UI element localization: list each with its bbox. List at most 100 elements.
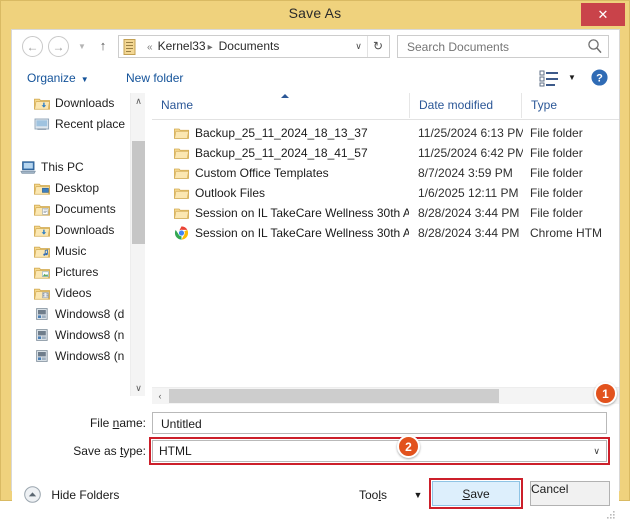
table-row[interactable]: Backup_25_11_2024_18_13_37 11/25/2024 6:1… xyxy=(152,123,619,143)
recent-locations-button[interactable]: ▼ xyxy=(74,36,90,57)
column-header-date-modified[interactable]: Date modified xyxy=(409,93,521,118)
search-input[interactable] xyxy=(405,36,579,59)
sidebar-item-windows8-n[interactable]: Windows8 (n xyxy=(12,325,145,346)
table-row[interactable]: Session on IL TakeCare Wellness 30th A..… xyxy=(152,223,619,243)
sidebar-item-music[interactable]: Music xyxy=(12,241,145,262)
chevron-down-icon: ▼ xyxy=(568,73,576,82)
sidebar-item-windows8-n[interactable]: Windows8 (n xyxy=(12,346,145,367)
folder-documents-icon xyxy=(123,39,136,55)
arrow-up-icon: ↑ xyxy=(99,38,107,53)
browser-panes: Downloads Recent place This PC Desktop Docum… xyxy=(12,93,619,396)
file-name-cell: Backup_25_11_2024_18_13_37 xyxy=(195,126,368,140)
refresh-icon: ↻ xyxy=(372,39,384,53)
save-as-type-label: Save as type: xyxy=(42,440,146,462)
resize-grip[interactable] xyxy=(606,510,616,520)
breadcrumb[interactable]: « Kernel33 ▸ Documents xyxy=(142,36,349,57)
address-dropdown-button[interactable]: ∨ xyxy=(350,36,367,57)
sidebar-item-this-pc[interactable]: This PC xyxy=(12,157,145,178)
chevron-left-icon: ‹ xyxy=(158,391,162,401)
breadcrumb-prefix: « xyxy=(147,42,153,53)
this-pc-icon xyxy=(20,160,36,174)
folder-desktop-icon xyxy=(34,181,50,195)
view-options-caret[interactable]: ▼ xyxy=(565,69,579,87)
sidebar-item-recent-place[interactable]: Recent place xyxy=(12,114,145,135)
organize-label: Organize xyxy=(27,71,76,85)
table-row[interactable]: Outlook Files 1/6/2025 12:11 PM File folde… xyxy=(152,183,619,203)
folder-icon xyxy=(174,186,189,200)
file-name-cell: Backup_25_11_2024_18_41_57 xyxy=(195,146,368,160)
file-list-horizontal-scrollbar[interactable]: ‹ › xyxy=(152,387,619,404)
close-button[interactable]: ✕ xyxy=(581,3,625,26)
table-row[interactable]: Backup_25_11_2024_18_41_57 11/25/2024 6:4… xyxy=(152,143,619,163)
cancel-button[interactable]: Cancel xyxy=(530,481,610,506)
back-button[interactable]: ← xyxy=(22,36,43,57)
chevron-down-icon[interactable]: ∨ xyxy=(593,441,600,461)
file-name-cell: Outlook Files xyxy=(195,186,266,200)
organize-button[interactable]: Organize ▼ xyxy=(23,68,93,88)
folder-downloads-icon xyxy=(34,96,50,110)
hide-folders-button[interactable]: Hide Folders xyxy=(24,484,119,506)
scroll-up-button[interactable]: ∧ xyxy=(131,93,145,109)
scrollbar-thumb[interactable] xyxy=(169,389,499,403)
sidebar-item-label: Windows8 (n xyxy=(55,349,125,363)
save-as-type-dropdown[interactable]: HTML ∨ xyxy=(152,440,607,462)
breadcrumb-item-kernel33[interactable]: Kernel33 xyxy=(158,39,206,53)
tools-button[interactable]: Tools xyxy=(357,484,389,506)
column-header-type[interactable]: Type xyxy=(521,93,619,118)
page-title: Save As xyxy=(288,5,342,21)
new-folder-label: New folder xyxy=(126,71,184,85)
sidebar-item-documents[interactable]: Documents xyxy=(12,199,145,220)
table-row[interactable]: Session on IL TakeCare Wellness 30th A..… xyxy=(152,203,619,223)
breadcrumb-item-documents[interactable]: Documents xyxy=(219,39,280,53)
sidebar-item-label: Windows8 (n xyxy=(55,328,125,342)
file-name-label-post: ame: xyxy=(119,416,146,430)
table-row[interactable]: Custom Office Templates 8/7/2024 3:59 PM F… xyxy=(152,163,619,183)
file-name-cell: Custom Office Templates xyxy=(195,166,329,180)
new-folder-button[interactable]: New folder xyxy=(122,68,187,88)
date-modified-cell: 8/28/2024 3:44 PM xyxy=(418,226,520,240)
sidebar-vertical-scrollbar[interactable]: ∧ ∨ xyxy=(130,93,145,396)
sidebar-item-windows8-d[interactable]: Windows8 (d xyxy=(12,304,145,325)
sidebar-item-downloads[interactable]: Downloads xyxy=(12,93,145,114)
chevron-up-icon: ∧ xyxy=(135,96,142,106)
sidebar-item-downloads[interactable]: Downloads xyxy=(12,220,145,241)
up-one-level-button[interactable]: ↑ xyxy=(94,36,112,57)
date-modified-cell: 8/28/2024 3:44 PM xyxy=(418,206,520,220)
file-name-field[interactable] xyxy=(152,412,607,435)
type-cell: File folder xyxy=(530,166,583,180)
sidebar-item-desktop[interactable]: Desktop xyxy=(12,178,145,199)
type-cell: Chrome HTM xyxy=(530,226,603,240)
refresh-button[interactable]: ↻ xyxy=(367,36,388,57)
file-list-pane[interactable]: Name Date modified Type Backup_25_11_202… xyxy=(152,93,619,396)
file-name-input[interactable] xyxy=(159,413,593,435)
address-bar[interactable]: « Kernel33 ▸ Documents ∨ ↻ xyxy=(118,35,390,58)
scroll-down-button[interactable]: ∨ xyxy=(131,380,145,396)
navigation-pane[interactable]: Downloads Recent place This PC Desktop Docum… xyxy=(12,93,145,396)
scrollbar-thumb[interactable] xyxy=(132,141,145,244)
search-icon[interactable] xyxy=(587,38,603,55)
scroll-left-button[interactable]: ‹ xyxy=(152,388,168,404)
help-icon[interactable]: ? xyxy=(590,68,609,87)
dialog-footer: Hide Folders Tools ▼ Save Cancel xyxy=(12,470,619,522)
tools-caret-icon[interactable]: ▼ xyxy=(410,484,426,506)
pane-splitter[interactable] xyxy=(145,93,152,396)
save-as-type-label-post: ype: xyxy=(123,444,146,458)
sidebar-item-videos[interactable]: Videos xyxy=(12,283,145,304)
search-box[interactable] xyxy=(397,35,609,59)
sidebar-item-pictures[interactable]: Pictures xyxy=(12,262,145,283)
save-as-type-label-pre: Save as xyxy=(73,444,120,458)
collapse-up-icon xyxy=(24,486,41,503)
forward-button[interactable]: → xyxy=(48,36,69,57)
chevron-down-icon: ∨ xyxy=(135,383,142,393)
sidebar-item-label: Windows8 (d xyxy=(55,307,125,321)
sidebar-item-label: Videos xyxy=(55,286,92,300)
save-button[interactable]: Save xyxy=(432,481,520,506)
drive-icon xyxy=(34,328,50,342)
folder-music-icon xyxy=(34,244,50,258)
save-as-type-value: HTML xyxy=(159,444,192,458)
arrow-right-icon: → xyxy=(52,40,65,54)
sidebar-item-label: Documents xyxy=(55,202,116,216)
view-layout-icon[interactable] xyxy=(539,69,561,87)
folder-downloads-icon xyxy=(34,223,50,237)
